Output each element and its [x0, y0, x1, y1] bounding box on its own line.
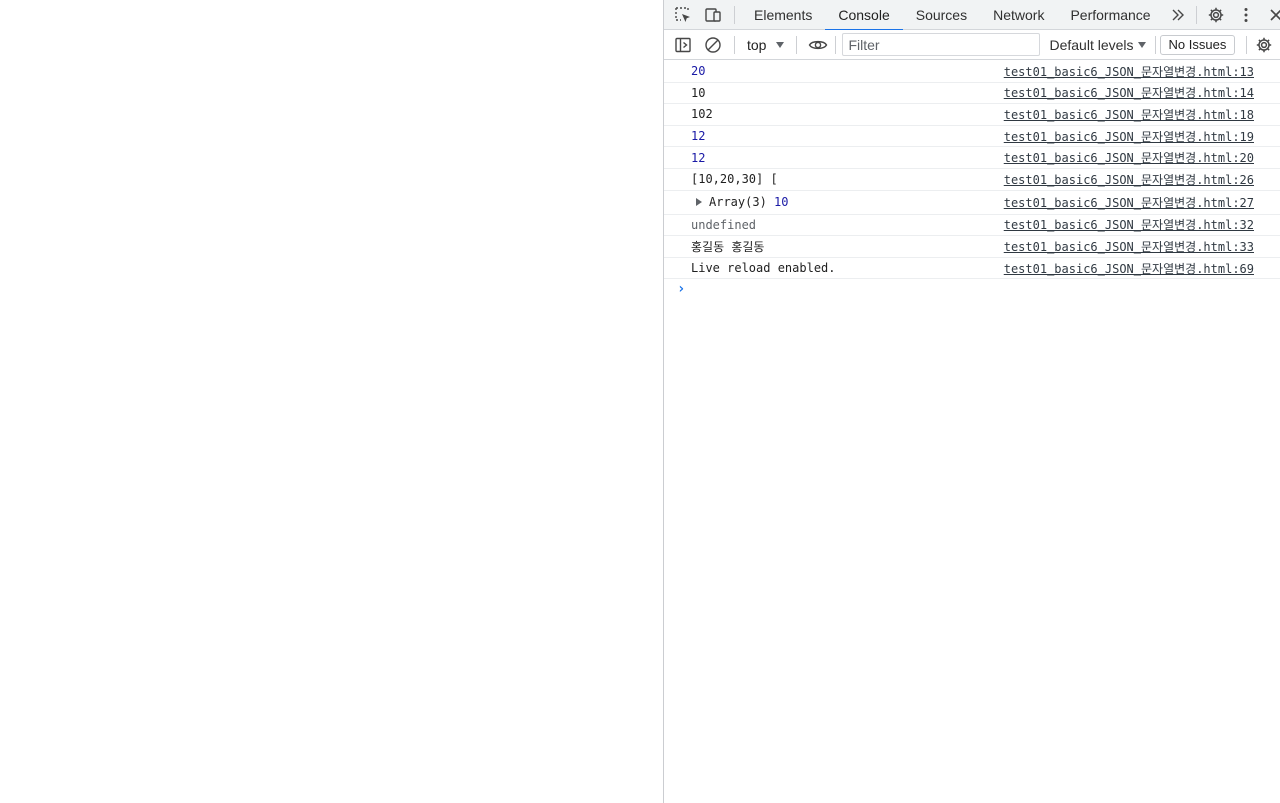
- source-link[interactable]: test01_basic6_JSON_문자열변경.html:26: [1004, 171, 1254, 188]
- console-message: 102 test01_basic6_JSON_문자열변경.html:18: [664, 104, 1280, 126]
- console-message: 홍길동 홍길동 test01_basic6_JSON_문자열변경.html:33: [664, 236, 1280, 258]
- message-text: Live reload enabled.: [691, 261, 836, 276]
- console-message: 20 test01_basic6_JSON_문자열변경.html:13: [664, 61, 1280, 83]
- source-link[interactable]: test01_basic6_JSON_문자열변경.html:32: [1004, 216, 1254, 233]
- tab-sources[interactable]: Sources: [903, 0, 980, 30]
- tab-label: Performance: [1070, 6, 1151, 23]
- devtools-panel: Elements Console Sources Network Perform…: [663, 0, 1280, 803]
- separator: [796, 35, 798, 54]
- source-link[interactable]: test01_basic6_JSON_문자열변경.html:33: [1004, 238, 1254, 255]
- message-text: 홍길동 홍길동: [691, 239, 765, 254]
- source-link[interactable]: test01_basic6_JSON_문자열변경.html:18: [1004, 106, 1254, 123]
- device-toolbar-icon[interactable]: [698, 0, 728, 30]
- clear-console-icon[interactable]: [698, 30, 728, 60]
- separator: [734, 35, 735, 54]
- kebab-menu-icon[interactable]: [1231, 0, 1261, 30]
- prompt-chevron-icon: ›: [677, 281, 686, 297]
- caret-down-icon: [776, 41, 785, 48]
- array-preview: Array(3): [709, 195, 767, 210]
- console-settings-gear-icon[interactable]: [1249, 30, 1279, 60]
- console-message: undefined test01_basic6_JSON_문자열변경.html:…: [664, 215, 1280, 237]
- console-message[interactable]: Array(3) 10 test01_basic6_JSON_문자열변경.htm…: [664, 191, 1280, 215]
- message-text: 102: [691, 107, 713, 122]
- eye-icon[interactable]: [803, 30, 833, 60]
- issues-button[interactable]: No Issues: [1159, 34, 1236, 55]
- separator: [835, 35, 837, 54]
- separator: [1195, 5, 1197, 24]
- tab-label: Elements: [754, 6, 813, 23]
- message-text: undefined: [691, 217, 757, 232]
- console-message: 10 test01_basic6_JSON_문자열변경.html:14: [664, 83, 1280, 105]
- issues-label: No Issues: [1168, 37, 1227, 52]
- tab-label: Sources: [915, 6, 968, 23]
- inspected-page: [0, 0, 663, 803]
- source-link[interactable]: test01_basic6_JSON_문자열변경.html:20: [1004, 149, 1254, 166]
- sidebar-toggle-icon[interactable]: [668, 30, 698, 60]
- console-toolbar: top Default levels No Issues: [664, 30, 1280, 60]
- tab-performance[interactable]: Performance: [1057, 0, 1163, 30]
- levels-label: Default levels: [1049, 36, 1134, 53]
- context-label: top: [747, 36, 767, 53]
- console-message: 12 test01_basic6_JSON_문자열변경.html:20: [664, 147, 1280, 169]
- log-levels-dropdown[interactable]: Default levels: [1049, 36, 1146, 53]
- caret-down-icon: [1137, 41, 1146, 48]
- gear-icon[interactable]: [1201, 0, 1231, 30]
- message-text: 20: [691, 64, 706, 79]
- message-text: [10,20,30] [: [691, 172, 778, 187]
- console-message: 12 test01_basic6_JSON_문자열변경.html:19: [664, 126, 1280, 148]
- separator: [734, 5, 735, 24]
- context-selector[interactable]: top: [741, 34, 790, 56]
- message-text: 12: [691, 150, 706, 165]
- tab-label: Console: [838, 6, 890, 23]
- filter-input[interactable]: [842, 33, 1041, 56]
- source-link[interactable]: test01_basic6_JSON_문자열변경.html:27: [1004, 194, 1254, 211]
- console-message: [10,20,30] [ test01_basic6_JSON_문자열변경.ht…: [664, 169, 1280, 191]
- separator: [1154, 35, 1156, 54]
- message-text: 12: [691, 129, 706, 144]
- expand-triangle-icon[interactable]: [696, 198, 702, 207]
- source-link[interactable]: test01_basic6_JSON_문자열변경.html:19: [1004, 128, 1254, 145]
- console-messages: 20 test01_basic6_JSON_문자열변경.html:13 10 t…: [664, 61, 1280, 280]
- source-link[interactable]: test01_basic6_JSON_문자열변경.html:13: [1004, 63, 1254, 80]
- tab-network[interactable]: Network: [980, 0, 1057, 30]
- close-icon[interactable]: [1261, 0, 1280, 30]
- inspect-element-icon[interactable]: [668, 0, 698, 30]
- console-message: Live reload enabled. test01_basic6_JSON_…: [664, 258, 1280, 280]
- source-link[interactable]: test01_basic6_JSON_문자열변경.html:69: [1004, 260, 1254, 277]
- chevron-double-right-icon[interactable]: [1164, 0, 1192, 30]
- console-prompt[interactable]: ›: [677, 281, 685, 297]
- array-trailing-value: 10: [774, 195, 789, 210]
- tab-label: Network: [993, 6, 1045, 23]
- tab-console[interactable]: Console: [825, 0, 904, 31]
- source-link[interactable]: test01_basic6_JSON_문자열변경.html:14: [1004, 84, 1254, 101]
- tab-elements[interactable]: Elements: [741, 0, 825, 30]
- message-text: 10: [691, 85, 706, 100]
- devtools-tabbar: Elements Console Sources Network Perform…: [664, 0, 1280, 31]
- message-text[interactable]: Array(3) 10: [709, 195, 788, 209]
- separator: [1246, 35, 1247, 54]
